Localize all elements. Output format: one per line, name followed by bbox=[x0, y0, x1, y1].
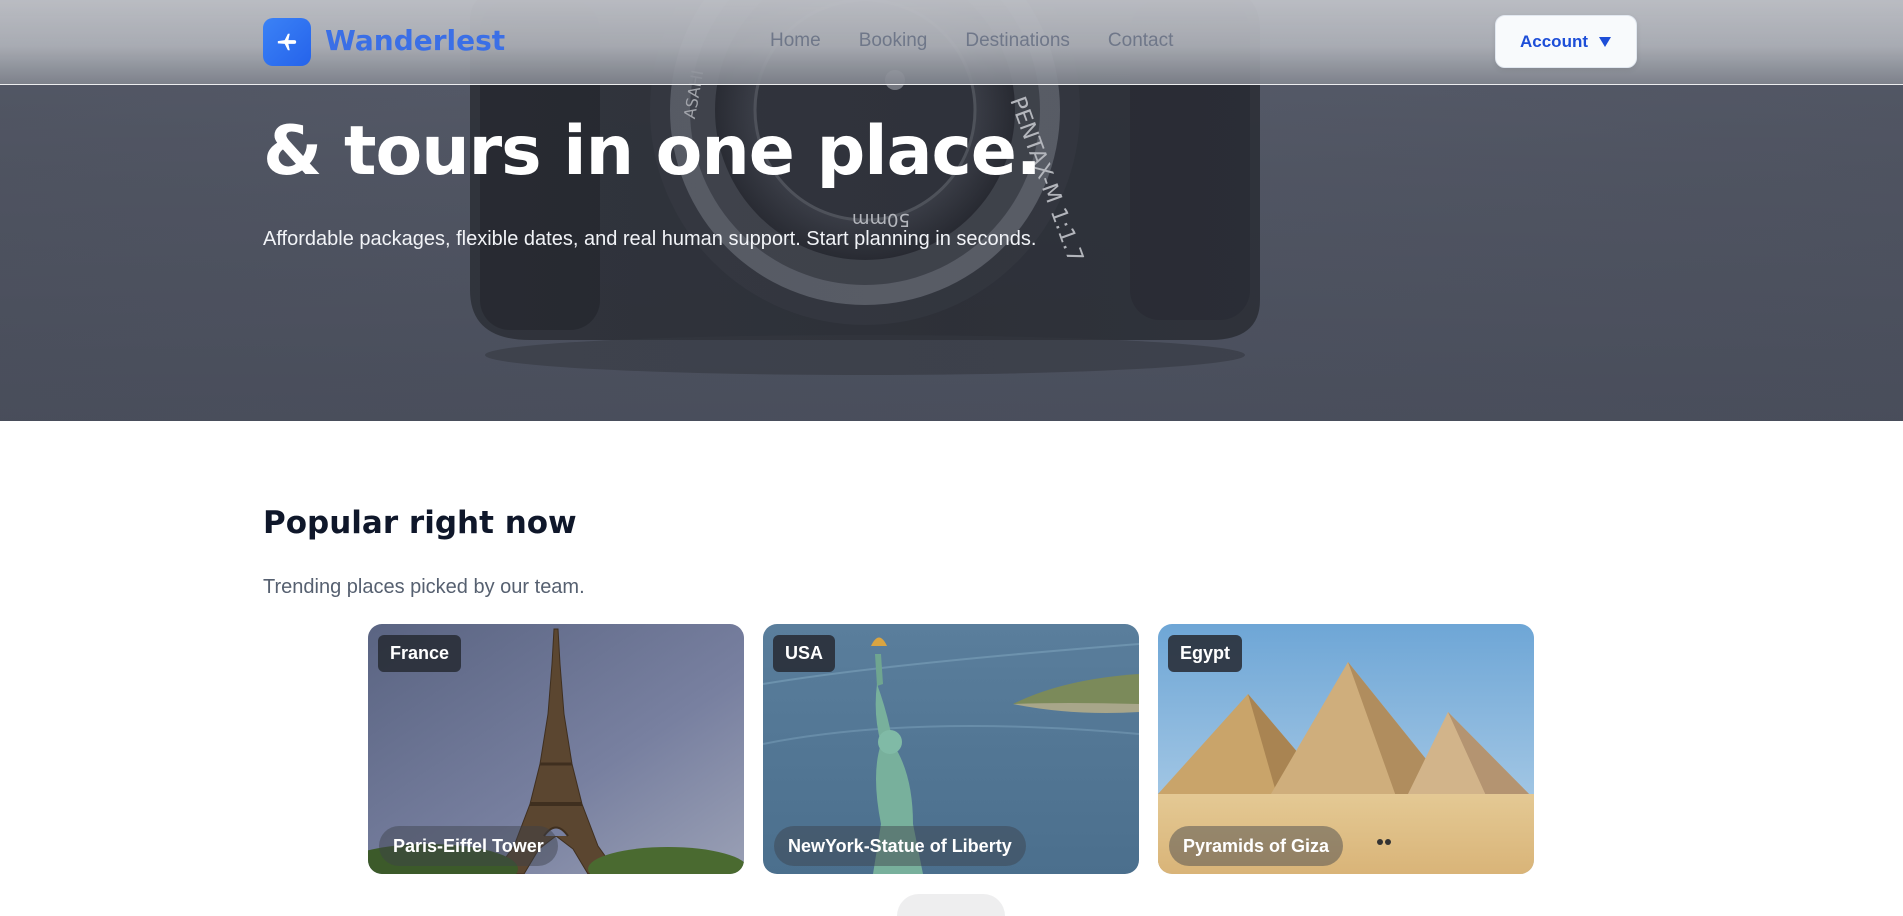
country-tag: France bbox=[378, 635, 462, 672]
destination-card-usa[interactable]: USA NewYork-Statue of Liberty bbox=[763, 624, 1139, 874]
brand-name[interactable]: Wanderlest bbox=[325, 24, 505, 57]
section-title: Popular right now bbox=[263, 505, 577, 541]
nav-link-contact[interactable]: Contact bbox=[1108, 30, 1173, 52]
navbar: Wanderlest Home Booking Destinations Con… bbox=[0, 0, 1903, 85]
nav-link-destinations[interactable]: Destinations bbox=[965, 30, 1070, 52]
account-label: Account bbox=[1520, 31, 1588, 51]
load-more-button[interactable] bbox=[897, 894, 1005, 916]
destination-caption: NewYork-Statue of Liberty bbox=[774, 826, 1026, 866]
nav-link-booking[interactable]: Booking bbox=[859, 30, 928, 52]
airplane-icon bbox=[277, 33, 297, 51]
hero-title: & tours in one place. bbox=[263, 112, 1042, 191]
section-subtitle: Trending places picked by our team. bbox=[263, 576, 585, 598]
country-tag: Egypt bbox=[1168, 635, 1243, 672]
account-button[interactable]: Account bbox=[1495, 15, 1637, 68]
hero-subtitle: Affordable packages, flexible dates, and… bbox=[263, 228, 1037, 250]
brand-logo[interactable] bbox=[263, 18, 311, 66]
destination-caption: Paris-Eiffel Tower bbox=[379, 826, 558, 866]
nav-link-home[interactable]: Home bbox=[770, 30, 821, 52]
destination-caption: Pyramids of Giza bbox=[1169, 826, 1344, 866]
destination-card-france[interactable]: France Paris-Eiffel Tower bbox=[368, 624, 744, 874]
destination-card-egypt[interactable]: Egypt Pyramids of Giza bbox=[1158, 624, 1534, 874]
caret-down-icon bbox=[1599, 36, 1611, 47]
nav-links: Home Booking Destinations Contact bbox=[770, 30, 1173, 52]
country-tag: USA bbox=[773, 635, 836, 672]
